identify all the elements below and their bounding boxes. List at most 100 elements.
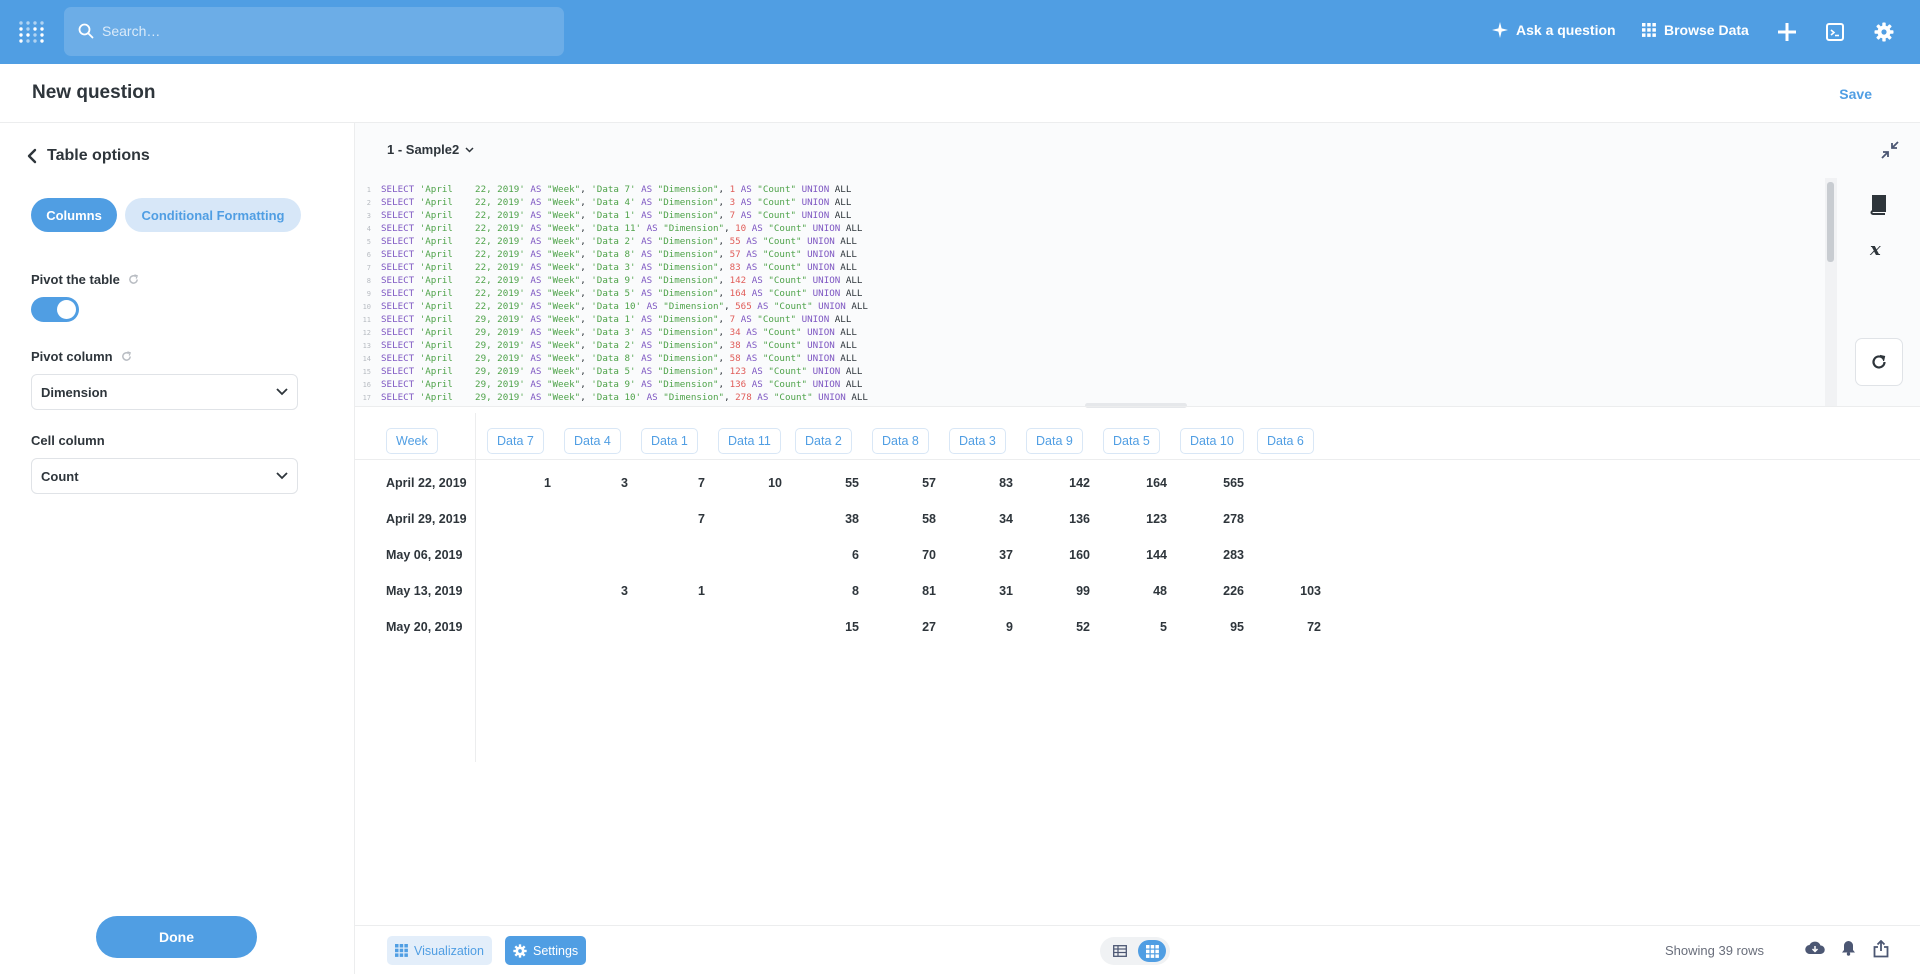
run-query-button[interactable] [1855, 338, 1903, 386]
column-header[interactable]: Data 3 [949, 428, 1006, 454]
sql-line[interactable]: 13 SELECT 'April 29, 2019' AS "Week", 'Da… [355, 339, 1825, 352]
variables-button[interactable]: x [1862, 233, 1894, 265]
column-header[interactable]: Data 5 [1103, 428, 1160, 454]
collapse-editor-button[interactable] [1880, 140, 1900, 165]
table-cell[interactable]: 37 [953, 548, 1013, 562]
back-to-table-options[interactable]: Table options [27, 147, 150, 165]
table-cell[interactable]: 226 [1184, 584, 1244, 598]
table-cell[interactable]: 48 [1107, 584, 1167, 598]
sql-line[interactable]: 10 SELECT 'April 22, 2019' AS "Week", 'Da… [355, 300, 1825, 313]
table-cell[interactable]: 27 [876, 620, 936, 634]
table-cell[interactable]: 52 [1030, 620, 1090, 634]
sql-editor[interactable]: 1 SELECT 'April 22, 2019' AS "Week", 'Dat… [355, 178, 1825, 406]
column-header[interactable]: Data 4 [564, 428, 621, 454]
visualization-button[interactable]: Visualization [387, 936, 492, 965]
sql-line[interactable]: 1 SELECT 'April 22, 2019' AS "Week", 'Dat… [355, 183, 1825, 196]
row-header-week[interactable]: April 22, 2019 [386, 476, 467, 490]
table-cell[interactable]: 15 [799, 620, 859, 634]
column-header[interactable]: Data 11 [718, 428, 781, 454]
settings-button[interactable]: Settings [505, 936, 587, 965]
sql-line[interactable]: 15 SELECT 'April 29, 2019' AS "Week", 'Da… [355, 365, 1825, 378]
pivot-toggle[interactable] [31, 297, 79, 322]
search-input[interactable]: Search… [64, 7, 564, 56]
cell-column-select[interactable]: Count [31, 458, 298, 494]
sql-line[interactable]: 12 SELECT 'April 29, 2019' AS "Week", 'Da… [355, 326, 1825, 339]
table-cell[interactable]: 136 [1030, 512, 1090, 526]
column-header[interactable]: Data 10 [1180, 428, 1244, 454]
sql-line[interactable]: 2 SELECT 'April 22, 2019' AS "Week", 'Dat… [355, 196, 1825, 209]
save-button[interactable]: Save [1839, 86, 1872, 102]
column-header-week[interactable]: Week [386, 428, 438, 454]
table-cell[interactable]: 99 [1030, 584, 1090, 598]
reset-icon[interactable] [128, 274, 139, 285]
metabase-logo-icon[interactable] [18, 20, 46, 44]
sql-line[interactable]: 3 SELECT 'April 22, 2019' AS "Week", 'Dat… [355, 209, 1825, 222]
done-button[interactable]: Done [96, 916, 257, 958]
table-cell[interactable]: 7 [645, 512, 705, 526]
visualization-view-toggle[interactable] [1138, 940, 1166, 962]
row-header-week[interactable]: April 29, 2019 [386, 512, 467, 526]
table-cell[interactable]: 1 [491, 476, 551, 490]
table-cell[interactable]: 565 [1184, 476, 1244, 490]
table-cell[interactable]: 160 [1030, 548, 1090, 562]
alert-button[interactable] [1841, 940, 1856, 961]
native-query-button[interactable] [1823, 20, 1847, 44]
data-reference-button[interactable] [1862, 189, 1894, 221]
table-cell[interactable]: 278 [1184, 512, 1244, 526]
sql-line[interactable]: 7 SELECT 'April 22, 2019' AS "Week", 'Dat… [355, 261, 1825, 274]
table-cell[interactable]: 1 [645, 584, 705, 598]
table-cell[interactable]: 7 [645, 476, 705, 490]
new-button[interactable] [1775, 20, 1799, 44]
table-cell[interactable]: 34 [953, 512, 1013, 526]
table-cell[interactable]: 123 [1107, 512, 1167, 526]
editor-scrollbar[interactable] [1825, 178, 1837, 406]
table-cell[interactable]: 3 [568, 584, 628, 598]
table-cell[interactable]: 283 [1184, 548, 1244, 562]
sql-line[interactable]: 4 SELECT 'April 22, 2019' AS "Week", 'Dat… [355, 222, 1825, 235]
scrollbar-thumb[interactable] [1827, 182, 1834, 262]
table-cell[interactable]: 31 [953, 584, 1013, 598]
table-cell[interactable]: 164 [1107, 476, 1167, 490]
table-cell[interactable]: 144 [1107, 548, 1167, 562]
table-cell[interactable]: 9 [953, 620, 1013, 634]
settings-button[interactable] [1872, 20, 1896, 44]
table-cell[interactable]: 6 [799, 548, 859, 562]
sql-line[interactable]: 14 SELECT 'April 29, 2019' AS "Week", 'Da… [355, 352, 1825, 365]
table-cell[interactable]: 57 [876, 476, 936, 490]
tab-conditional-formatting[interactable]: Conditional Formatting [125, 198, 301, 232]
pivot-column-select[interactable]: Dimension [31, 374, 298, 410]
row-header-week[interactable]: May 06, 2019 [386, 548, 462, 562]
ask-question-button[interactable]: Ask a question [1492, 22, 1616, 38]
column-header[interactable]: Data 7 [487, 428, 544, 454]
table-cell[interactable]: 83 [953, 476, 1013, 490]
table-cell[interactable]: 10 [722, 476, 782, 490]
table-cell[interactable]: 142 [1030, 476, 1090, 490]
share-button[interactable] [1873, 939, 1889, 963]
sql-line[interactable]: 6 SELECT 'April 22, 2019' AS "Week", 'Dat… [355, 248, 1825, 261]
sql-line[interactable]: 16 SELECT 'April 29, 2019' AS "Week", 'Da… [355, 378, 1825, 391]
column-header[interactable]: Data 2 [795, 428, 852, 454]
table-cell[interactable]: 95 [1184, 620, 1244, 634]
sql-line[interactable]: 8 SELECT 'April 22, 2019' AS "Week", 'Dat… [355, 274, 1825, 287]
column-header[interactable]: Data 1 [641, 428, 698, 454]
database-picker[interactable]: 1 - Sample2 [387, 142, 474, 157]
browse-data-button[interactable]: Browse Data [1642, 22, 1749, 38]
tab-columns[interactable]: Columns [31, 198, 117, 232]
table-cell[interactable]: 58 [876, 512, 936, 526]
table-cell[interactable]: 3 [568, 476, 628, 490]
column-header[interactable]: Data 8 [872, 428, 929, 454]
sql-line[interactable]: 9 SELECT 'April 22, 2019' AS "Week", 'Dat… [355, 287, 1825, 300]
table-cell[interactable]: 5 [1107, 620, 1167, 634]
download-button[interactable] [1805, 940, 1825, 961]
table-view-toggle[interactable] [1106, 940, 1134, 962]
sql-line[interactable]: 11 SELECT 'April 29, 2019' AS "Week", 'Da… [355, 313, 1825, 326]
row-header-week[interactable]: May 13, 2019 [386, 584, 462, 598]
table-cell[interactable]: 70 [876, 548, 936, 562]
table-cell[interactable]: 72 [1261, 620, 1321, 634]
table-cell[interactable]: 8 [799, 584, 859, 598]
table-cell[interactable]: 81 [876, 584, 936, 598]
reset-icon[interactable] [121, 351, 132, 362]
sql-line[interactable]: 5 SELECT 'April 22, 2019' AS "Week", 'Dat… [355, 235, 1825, 248]
column-header[interactable]: Data 6 [1257, 428, 1314, 454]
column-header[interactable]: Data 9 [1026, 428, 1083, 454]
